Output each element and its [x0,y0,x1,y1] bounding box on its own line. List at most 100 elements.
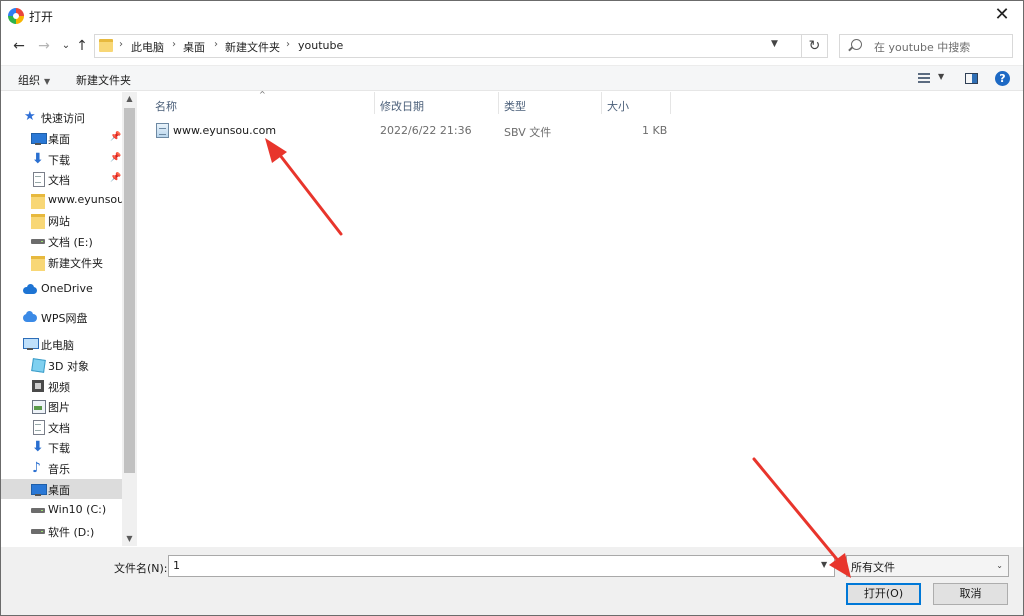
column-divider[interactable] [670,92,671,114]
sidebar-item-label: 快速访问 [41,112,85,125]
command-toolbar: 组织 ▼ 新建文件夹 ▼ ? [1,65,1023,91]
navigation-bar: ← → ⌄ ↑ › 此电脑 › 桌面 › 新建文件夹 › youtube ▼ ↻… [1,31,1023,63]
open-button[interactable]: 打开(O) [846,583,921,605]
sidebar-item-websites-folder[interactable]: 网站 [1,210,122,230]
column-header-size[interactable]: 大小 [607,98,629,114]
sidebar-item-label: 下载 [48,442,70,455]
sort-up-icon: ^ [259,90,266,99]
sidebar-item-desktop[interactable]: 桌面 [1,479,122,499]
onedrive-icon [23,282,37,296]
preview-pane-icon[interactable] [965,73,978,84]
drive-icon [31,524,45,538]
sidebar-item-label: 下载 [48,154,70,167]
sidebar-item-label: 软件 (D:) [48,526,95,539]
sidebar-item-label: 此电脑 [41,339,74,352]
sidebar-item-downloads[interactable]: ⬇ 下载 [1,437,122,457]
breadcrumb-new-folder[interactable]: 新建文件夹 [225,39,280,55]
chevron-right-icon: › [172,39,176,50]
filename-label: 文件名(N): [114,562,168,575]
video-icon [31,379,45,393]
sidebar-item-documents-pinned[interactable]: 文档 📌 [1,169,122,189]
column-divider[interactable] [374,92,375,114]
drive-icon [31,503,45,517]
file-modified: 2022/6/22 21:36 [380,124,472,137]
wps-cloud-icon [23,310,37,324]
back-button[interactable]: ← [10,36,28,56]
help-icon[interactable]: ? [995,71,1010,86]
drive-icon [31,234,45,248]
up-button[interactable]: ↑ [73,36,91,56]
document-icon [31,172,45,187]
search-placeholder: 在 youtube 中搜索 [874,41,971,54]
sidebar-item-onedrive[interactable]: OneDrive [1,279,122,299]
sidebar-item-pictures[interactable]: 图片 [1,396,122,416]
sidebar-item-eyunsou-folder[interactable]: www.eyunsou.c [1,190,122,210]
sidebar-item-label: 网站 [48,215,70,228]
sidebar-item-videos[interactable]: 视频 [1,376,122,396]
pin-icon: 📌 [110,153,122,163]
music-icon: ♪ [32,460,41,476]
scrollbar-thumb[interactable] [124,108,135,473]
app-logo-icon [8,8,24,24]
column-header-modified[interactable]: 修改日期 [380,98,424,114]
sidebar-item-desktop-pinned[interactable]: 桌面 📌 [1,128,122,148]
breadcrumb-youtube[interactable]: youtube [298,39,343,52]
sidebar-item-music[interactable]: ♪ 音乐 [1,458,122,478]
folder-icon [31,193,45,209]
breadcrumb-desktop[interactable]: 桌面 [183,39,205,55]
folder-icon [31,213,45,229]
dialog-footer: 文件名(N): 1 ▼ 所有文件 ⌄ 打开(O) 取消 [1,547,1023,615]
pictures-icon [31,399,46,414]
sidebar-item-drive-d[interactable]: 软件 (D:) [1,521,122,541]
caret-down-icon[interactable]: ▼ [938,72,944,81]
column-divider[interactable] [601,92,602,114]
search-input[interactable]: 在 youtube 中搜索 [839,34,1013,58]
file-type-select[interactable]: 所有文件 ⌄ [846,555,1009,577]
sidebar-item-label: www.eyunsou.c [48,193,122,206]
scroll-down-icon[interactable]: ▼ [122,532,137,546]
column-header-type[interactable]: 类型 [504,98,526,114]
file-name: www.eyunsou.com [173,124,277,137]
file-list: 名称 ^ 修改日期 类型 大小 www.eyunsou.com 2022/6/2… [138,90,1023,546]
sidebar-item-wps-cloud[interactable]: WPS网盘 [1,307,122,327]
sidebar-item-label: 图片 [48,401,70,414]
sidebar-item-drive-c[interactable]: Win10 (C:) [1,500,122,520]
window-title: 打开 [29,10,54,24]
column-divider[interactable] [498,92,499,114]
sidebar-item-this-pc[interactable]: 此电脑 [1,334,122,354]
chevron-right-icon: › [214,39,218,50]
cancel-button[interactable]: 取消 [933,583,1008,605]
column-header-name[interactable]: 名称 [155,98,177,114]
sidebar-item-documents[interactable]: 文档 [1,417,122,437]
sidebar-scrollbar[interactable]: ▲ ▼ [122,92,137,546]
breadcrumb-this-pc[interactable]: 此电脑 [131,39,164,55]
desktop-icon [31,482,47,496]
refresh-button[interactable]: ↻ [802,34,828,58]
sidebar-item-label: 文档 (E:) [48,236,93,249]
view-options-icon[interactable] [918,73,930,83]
sidebar-item-quick-access[interactable]: ★ 快速访问 [1,107,122,127]
sidebar-item-new-folder[interactable]: 新建文件夹 [1,252,122,272]
chevron-down-icon[interactable]: ▼ [821,560,827,569]
sidebar-item-3d-objects[interactable]: 3D 对象 [1,355,122,375]
organize-menu[interactable]: 组织 ▼ [18,72,50,88]
sidebar-item-label: 文档 [48,174,70,187]
file-row[interactable]: www.eyunsou.com 2022/6/22 21:36 SBV 文件 1… [152,120,672,142]
folder-icon [99,39,113,52]
sidebar-item-label: 桌面 [48,484,70,497]
forward-button[interactable]: → [35,36,53,56]
file-size: 1 KB [642,124,668,137]
chevron-down-icon[interactable]: ▼ [771,39,778,49]
sidebar-item-label: 新建文件夹 [48,257,103,270]
scroll-up-icon[interactable]: ▲ [122,92,137,106]
new-folder-button[interactable]: 新建文件夹 [76,72,131,88]
sidebar-item-downloads-pinned[interactable]: ⬇ 下载 📌 [1,149,122,169]
sbv-file-icon [156,123,169,138]
address-bar[interactable]: › 此电脑 › 桌面 › 新建文件夹 › youtube ▼ [94,34,802,58]
document-icon [31,420,45,435]
close-button[interactable]: ✕ [989,3,1015,27]
sidebar-item-drive-e[interactable]: 文档 (E:) [1,231,122,251]
sidebar-item-label: Win10 (C:) [48,503,107,516]
sidebar-item-label: 文档 [48,422,70,435]
filename-field[interactable]: 1 [168,555,835,577]
